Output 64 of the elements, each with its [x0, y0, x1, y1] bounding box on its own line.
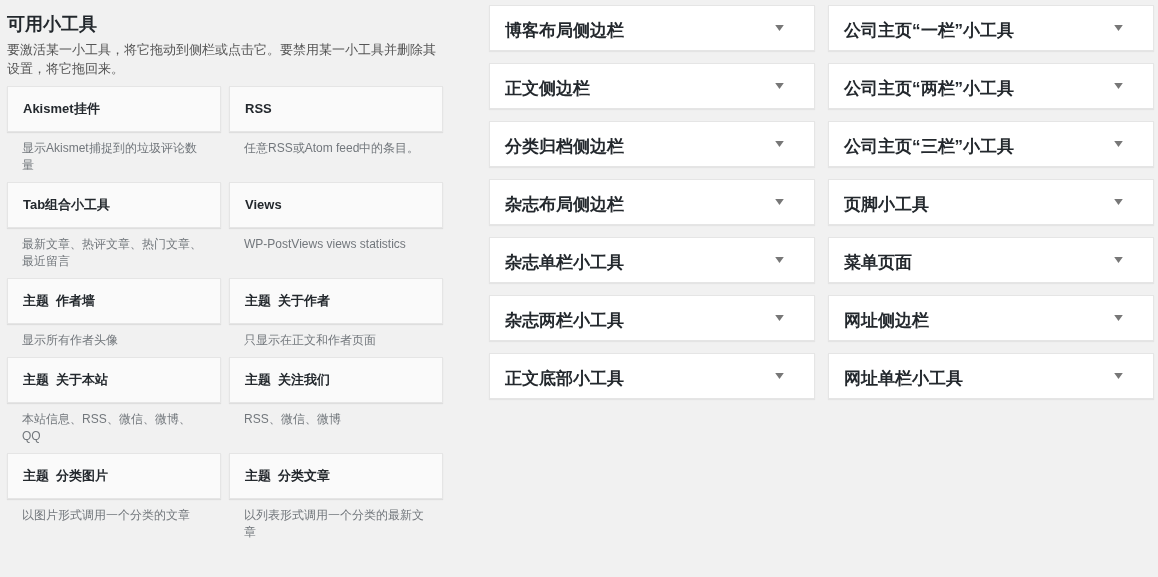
caret-icon[interactable] [1114, 315, 1123, 321]
sidebar-title: 公司主页“两栏”小工具 [844, 77, 1014, 100]
widget-description: 以列表形式调用一个分类的最新文章 [243, 507, 425, 541]
widget-item[interactable]: Tab组合小工具 [7, 182, 221, 228]
caret-icon[interactable] [775, 199, 784, 205]
sidebar-title: 杂志单栏小工具 [505, 251, 624, 274]
caret-icon[interactable] [775, 25, 784, 31]
caret-icon[interactable] [775, 141, 784, 147]
caret-icon[interactable] [1114, 373, 1123, 379]
caret-icon[interactable] [1114, 83, 1123, 89]
sidebar-panel[interactable]: 公司主页“两栏”小工具 [828, 63, 1154, 109]
sidebar-title: 博客布局侧边栏 [505, 19, 624, 42]
widget-item[interactable]: RSS [229, 86, 443, 132]
sidebar-panel[interactable]: 正文底部小工具 [489, 353, 815, 399]
section-title: 可用小工具 [7, 13, 98, 36]
sidebar-title: 公司主页“一栏”小工具 [844, 19, 1014, 42]
widget-description: 显示Akismet捕捉到的垃圾评论数量 [21, 140, 198, 174]
caret-icon[interactable] [775, 257, 784, 263]
widget-description: 只显示在正文和作者页面 [243, 332, 377, 349]
caret-icon[interactable] [1114, 257, 1123, 263]
sidebar-title: 杂志布局侧边栏 [505, 193, 624, 216]
caret-icon[interactable] [775, 83, 784, 89]
widget-item[interactable]: Akismet挂件 [7, 86, 221, 132]
sidebar-title: 正文底部小工具 [505, 367, 624, 390]
caret-icon[interactable] [1114, 25, 1123, 31]
caret-icon[interactable] [1114, 199, 1123, 205]
sidebar-panel[interactable]: 杂志单栏小工具 [489, 237, 815, 283]
widget-item[interactable]: Views [229, 182, 443, 228]
sidebar-panel[interactable]: 分类归档侧边栏 [489, 121, 815, 167]
sidebar-title: 公司主页“三栏”小工具 [844, 135, 1014, 158]
widget-description: RSS、微信、微博 [243, 411, 342, 428]
sidebar-panel[interactable]: 页脚小工具 [828, 179, 1154, 225]
widget-item[interactable]: 主题 分类图片 [7, 453, 221, 499]
sidebar-title: 菜单页面 [844, 251, 912, 274]
sidebar-panel[interactable]: 杂志两栏小工具 [489, 295, 815, 341]
sidebar-panel[interactable]: 杂志布局侧边栏 [489, 179, 815, 225]
widget-description: 本站信息、RSS、微信、微博、QQ [21, 411, 192, 445]
sidebar-title: 页脚小工具 [844, 193, 929, 216]
sidebar-panel[interactable]: 正文侧边栏 [489, 63, 815, 109]
widget-item[interactable]: 主题 关注我们 [229, 357, 443, 403]
sidebar-panel[interactable]: 网址单栏小工具 [828, 353, 1154, 399]
widget-item[interactable]: 主题 作者墙 [7, 278, 221, 324]
caret-icon[interactable] [775, 373, 784, 379]
sidebar-title: 正文侧边栏 [505, 77, 590, 100]
widget-description: 以图片形式调用一个分类的文章 [21, 507, 191, 524]
section-description: 要激活某一小工具，将它拖动到侧栏或点击它。要禁用某一小工具并删除其设置，将它拖回来。 [7, 41, 437, 78]
sidebar-panel[interactable]: 公司主页“一栏”小工具 [828, 5, 1154, 51]
widget-description: 任意RSS或Atom feed中的条目。 [243, 140, 421, 157]
widget-description: WP-PostViews views statistics [243, 236, 407, 253]
sidebar-title: 网址单栏小工具 [844, 367, 963, 390]
sidebar-panel[interactable]: 博客布局侧边栏 [489, 5, 815, 51]
sidebar-panel[interactable]: 网址侧边栏 [828, 295, 1154, 341]
widget-item[interactable]: 主题 关于作者 [229, 278, 443, 324]
widget-item[interactable]: 主题 关于本站 [7, 357, 221, 403]
sidebar-title: 分类归档侧边栏 [505, 135, 624, 158]
widget-description: 最新文章、热评文章、热门文章、最近留言 [21, 236, 203, 270]
widget-description: 显示所有作者头像 [21, 332, 119, 349]
caret-icon[interactable] [775, 315, 784, 321]
widget-item[interactable]: 主题 分类文章 [229, 453, 443, 499]
sidebar-title: 网址侧边栏 [844, 309, 929, 332]
caret-icon[interactable] [1114, 141, 1123, 147]
sidebar-panel[interactable]: 公司主页“三栏”小工具 [828, 121, 1154, 167]
sidebar-panel[interactable]: 菜单页面 [828, 237, 1154, 283]
sidebar-title: 杂志两栏小工具 [505, 309, 624, 332]
